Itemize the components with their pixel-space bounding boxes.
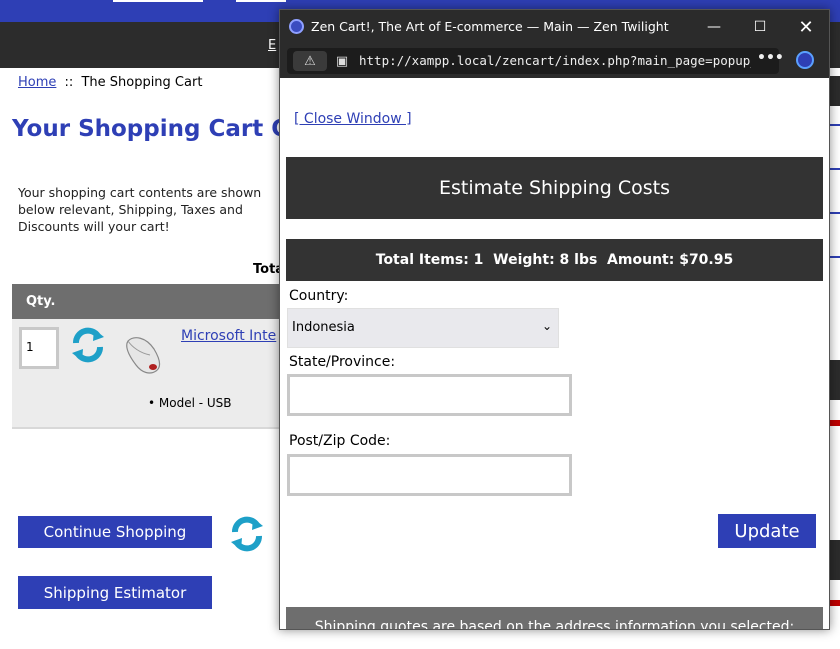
state-field[interactable] <box>287 374 572 416</box>
update-button[interactable]: Update <box>718 514 816 548</box>
breadcrumb-separator: :: <box>64 75 74 90</box>
zip-label: Post/Zip Code: <box>289 433 391 449</box>
cart-totals-bar: Total Items: 1 Weight: 8 lbs Amount: $70… <box>286 239 823 281</box>
cart-table-header: Qty. <box>12 284 297 319</box>
shipping-quote-note: Shipping quotes are based on the address… <box>286 607 823 629</box>
close-icon[interactable]: ✕ <box>795 16 817 38</box>
url-text[interactable]: http://xampp.local/zencart/index.php?mai… <box>359 53 751 68</box>
state-label: State/Province: <box>289 354 396 370</box>
close-window-link[interactable]: [ Close Window ] <box>294 111 412 127</box>
shipping-estimator-button[interactable]: Shipping Estimator <box>18 576 212 609</box>
update-cart-icon[interactable] <box>226 514 268 554</box>
page-title: Your Shopping Cart Co <box>12 116 304 142</box>
country-select-value: Indonesia <box>292 320 355 335</box>
continue-shopping-button[interactable]: Continue Shopping <box>18 516 212 548</box>
zip-field[interactable] <box>287 454 572 496</box>
breadcrumb-home-link[interactable]: Home <box>18 75 56 90</box>
nav-link-underline[interactable] <box>236 0 286 2</box>
refresh-icon[interactable] <box>68 325 108 365</box>
qty-column-header: Qty. <box>26 294 56 309</box>
quantity-input[interactable]: 1 <box>19 327 59 369</box>
country-select[interactable]: Indonesia ⌄ <box>287 308 559 348</box>
maximize-icon[interactable]: ☐ <box>749 16 771 38</box>
table-row: 1 Microsoft Inte • Model - USB <box>12 319 297 429</box>
breadcrumb-current: The Shopping Cart <box>81 75 203 90</box>
product-image[interactable] <box>120 333 168 375</box>
more-options-icon[interactable]: ••• <box>757 50 784 66</box>
breadcrumb: Home :: The Shopping Cart <box>18 75 202 90</box>
permissions-icon[interactable]: ▣ <box>333 52 351 70</box>
estimator-heading: Estimate Shipping Costs <box>286 157 823 219</box>
category-link[interactable]: E <box>268 38 276 53</box>
shipping-estimator-window: Zen Cart!, The Art of E-commerce — Main … <box>279 9 830 630</box>
product-link[interactable]: Microsoft Inte <box>181 328 276 344</box>
popup-content: [ Close Window ] Estimate Shipping Costs… <box>280 78 829 629</box>
window-title: Zen Cart!, The Art of E-commerce — Main … <box>311 19 669 34</box>
window-titlebar[interactable]: Zen Cart!, The Art of E-commerce — Main … <box>280 10 829 44</box>
country-label: Country: <box>289 288 349 304</box>
url-field[interactable]: ⚠ ▣ http://xampp.local/zencart/index.php… <box>287 48 784 74</box>
shopping-cart-page: E Home :: The Shopping Cart Your Shoppin… <box>0 0 840 649</box>
cart-intro-text: Your shopping cart contents are shown be… <box>18 185 262 234</box>
extension-icon[interactable] <box>796 51 814 69</box>
product-attribute: • Model - USB <box>148 396 232 410</box>
minimize-icon[interactable]: — <box>703 16 725 38</box>
address-bar: ⚠ ▣ http://xampp.local/zencart/index.php… <box>280 44 829 78</box>
browser-logo-icon <box>289 19 304 34</box>
warning-icon[interactable]: ⚠ <box>293 51 327 71</box>
chevron-down-icon: ⌄ <box>541 319 552 333</box>
nav-link-underline[interactable] <box>113 0 203 2</box>
